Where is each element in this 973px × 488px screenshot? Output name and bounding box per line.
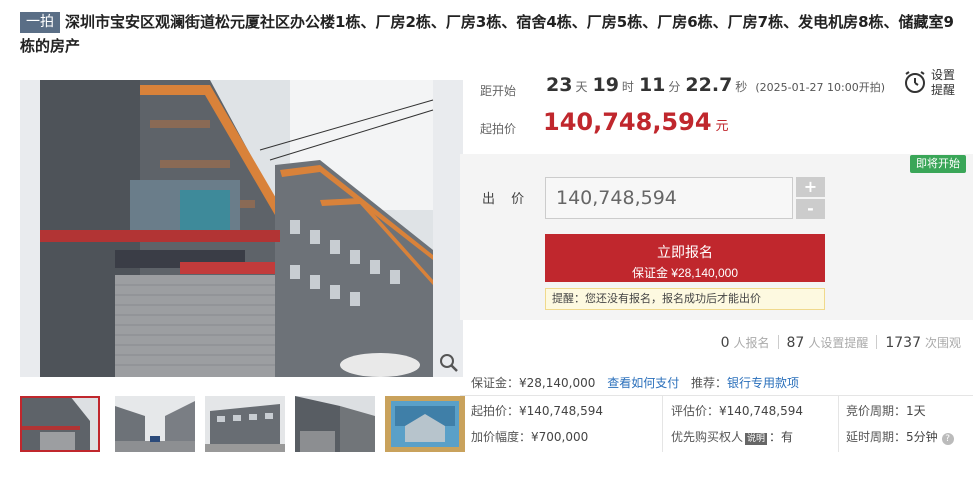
status-badge: 即将开始 xyxy=(910,155,966,173)
auction-start-time: (2025-01-27 10:00开拍) xyxy=(755,81,886,94)
thumbnail-1[interactable] xyxy=(20,396,100,452)
start-price-value: 140,748,594 xyxy=(543,108,712,136)
increment-value: ¥700,000 xyxy=(531,430,589,444)
countdown-label: 距开始 xyxy=(480,84,517,98)
delay-period-value: 5分钟 xyxy=(906,430,938,444)
alarm-clock-icon xyxy=(905,71,925,93)
countdown-seconds: 22.7 xyxy=(685,74,733,96)
countdown-hours: 19 xyxy=(592,74,619,96)
start-price-unit: 元 xyxy=(715,119,729,134)
thumbnail-5[interactable] xyxy=(385,396,465,452)
countdown-hours-unit: 时 xyxy=(621,80,634,94)
signup-button[interactable]: 立即报名 保证金 ¥28,140,000 xyxy=(545,234,825,282)
deposit-value: ¥28,140,000 xyxy=(519,376,596,390)
main-property-photo[interactable] xyxy=(20,80,463,377)
countdown-timer: 23 天 19 时 11 分 22.7 秒 (2025-01-27 10:00开拍) xyxy=(545,74,885,96)
bid-stepper: + - xyxy=(796,177,825,219)
bid-period-label: 竞价周期： xyxy=(846,404,907,418)
signup-button-label: 立即报名 xyxy=(657,243,713,260)
auction-summary: 距开始 23 天 19 时 11 分 22.7 秒 (2025-01-27 10:00开拍) 起… xyxy=(460,62,973,154)
auction-round-badge: 一拍 xyxy=(20,12,60,33)
page-title: 一拍 深圳市宝安区观澜街道松元厦社区办公楼1栋、厂房2栋、厂房3栋、宿舍4栋、厂房… xyxy=(20,10,965,58)
thumbnail-3[interactable] xyxy=(205,396,285,452)
detail-start-price-label: 起拍价： xyxy=(471,404,520,418)
bid-price-input[interactable]: 140,748,594 xyxy=(545,177,793,219)
appraisal-row: 评估价：¥140,748,594 xyxy=(671,402,803,419)
bid-period-row: 竞价周期：1天 xyxy=(846,402,926,419)
thumbnail-4[interactable] xyxy=(295,396,375,452)
decrease-bid-button[interactable]: - xyxy=(796,199,825,219)
increment-row: 加价幅度：¥700,000 xyxy=(471,428,588,445)
priority-info-icon[interactable]: 说明 xyxy=(745,433,768,445)
priority-buyer-value: ：有 xyxy=(769,430,794,444)
increase-bid-button[interactable]: + xyxy=(796,177,825,197)
set-reminder-label: 设置提醒 xyxy=(931,68,956,97)
view-count: 1737 xyxy=(885,335,921,351)
bank-payment-link[interactable]: 银行专用款项 xyxy=(727,376,799,390)
view-count-label: 次围观 xyxy=(924,336,961,350)
bid-panel: 即将开始 出 价 140,748,594 + - 立即报名 保证金 ¥28,14… xyxy=(460,154,973,320)
signup-deposit-note: 保证金 ¥28,140,000 xyxy=(631,265,739,280)
bid-period-value: 1天 xyxy=(906,404,926,418)
reminder-count: 87 xyxy=(786,335,805,351)
stats-bar: 0 人报名 87 人设置提醒 1737 次围观 xyxy=(460,330,973,358)
priority-buyer-row: 优先购买权人 说明 ：有 xyxy=(671,428,793,445)
how-to-pay-link[interactable]: 查看如何支付 xyxy=(607,376,679,390)
countdown-minutes-unit: 分 xyxy=(668,80,681,94)
bid-label: 出 价 xyxy=(482,192,531,207)
countdown-seconds-unit: 秒 xyxy=(735,80,748,94)
delay-period-row: 延时周期：5分钟? xyxy=(846,428,954,445)
signup-count: 0 xyxy=(720,335,730,351)
countdown-days: 23 xyxy=(546,74,573,96)
thumbnail-2[interactable] xyxy=(115,396,195,452)
reminder-count-label: 人设置提醒 xyxy=(808,336,869,350)
appraisal-value: ¥140,748,594 xyxy=(719,404,803,418)
countdown-minutes: 11 xyxy=(638,74,666,96)
zoom-icon[interactable] xyxy=(439,353,459,373)
building-photo-illustration xyxy=(20,80,463,377)
signup-count-label: 人报名 xyxy=(733,336,770,350)
start-price-label: 起拍价 xyxy=(480,122,517,136)
start-price-row: 起拍价：¥140,748,594 xyxy=(471,402,603,419)
deposit-row: 保证金：¥28,140,000 查看如何支付 推荐：银行专用款项 xyxy=(471,374,799,391)
increment-label: 加价幅度： xyxy=(471,430,532,444)
appraisal-label: 评估价： xyxy=(671,404,720,418)
deposit-label: 保证金： xyxy=(471,376,520,390)
priority-buyer-label: 优先购买权人 xyxy=(671,430,744,444)
page-title-text: 深圳市宝安区观澜街道松元厦社区办公楼1栋、厂房2栋、厂房3栋、宿舍4栋、厂房5栋… xyxy=(20,13,954,55)
recommend-label: 推荐： xyxy=(691,376,728,390)
delay-period-label: 延时周期： xyxy=(846,430,907,444)
start-price: 140,748,594 元 xyxy=(543,108,729,136)
help-icon[interactable]: ? xyxy=(941,433,954,445)
set-reminder-button[interactable]: 设置提醒 xyxy=(903,66,963,100)
detail-start-price-value: ¥140,748,594 xyxy=(519,404,603,418)
signup-reminder-tip: 提醒：您还没有报名，报名成功后才能出价 xyxy=(545,288,825,310)
countdown-days-unit: 天 xyxy=(575,80,588,94)
